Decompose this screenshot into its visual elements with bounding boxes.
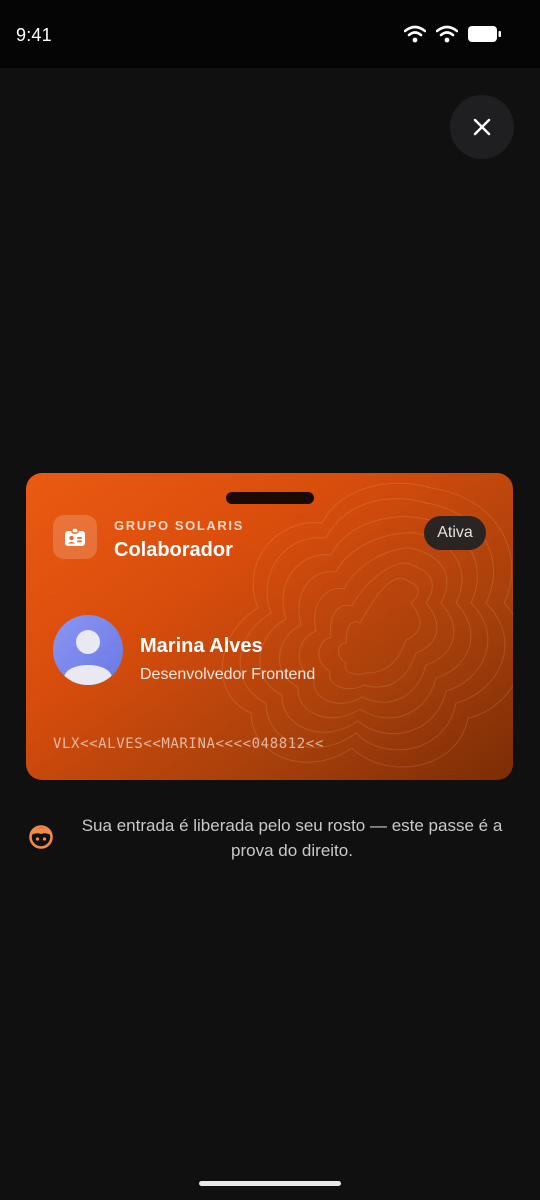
id-card[interactable]: GRUPO SOLARIS Colaborador Ativa Marina A… — [26, 473, 513, 780]
wifi-icon — [436, 25, 458, 43]
status-icons — [404, 25, 502, 43]
wifi-icon — [404, 25, 426, 43]
mrz-line: VLX<<ALVES<<MARINA<<<<048812<< — [53, 736, 324, 752]
home-indicator[interactable] — [199, 1181, 341, 1186]
id-badge-icon — [65, 527, 85, 546]
info-text: Sua entrada é liberada pelo seu rosto — … — [81, 816, 503, 860]
screen: 9:41 GRUPO SOLARIS Colaborador Ativa Mar… — [0, 0, 540, 1200]
status-time: 9:41 — [16, 24, 52, 45]
user-avatar-icon — [64, 630, 112, 685]
face-icon — [29, 825, 53, 849]
avatar — [53, 615, 123, 685]
close-button[interactable] — [450, 95, 514, 159]
battery-icon — [468, 26, 501, 42]
card-type: Colaborador — [114, 539, 233, 561]
close-icon — [473, 118, 491, 136]
status-badge: Ativa — [424, 516, 486, 550]
status-bar: 9:41 — [0, 0, 540, 68]
card-notch — [226, 492, 314, 504]
person-name: Marina Alves — [140, 635, 263, 657]
person-role: Desenvolvedor Frontend — [140, 666, 316, 683]
card-logo — [53, 515, 97, 559]
card-organization: GRUPO SOLARIS — [114, 518, 244, 533]
